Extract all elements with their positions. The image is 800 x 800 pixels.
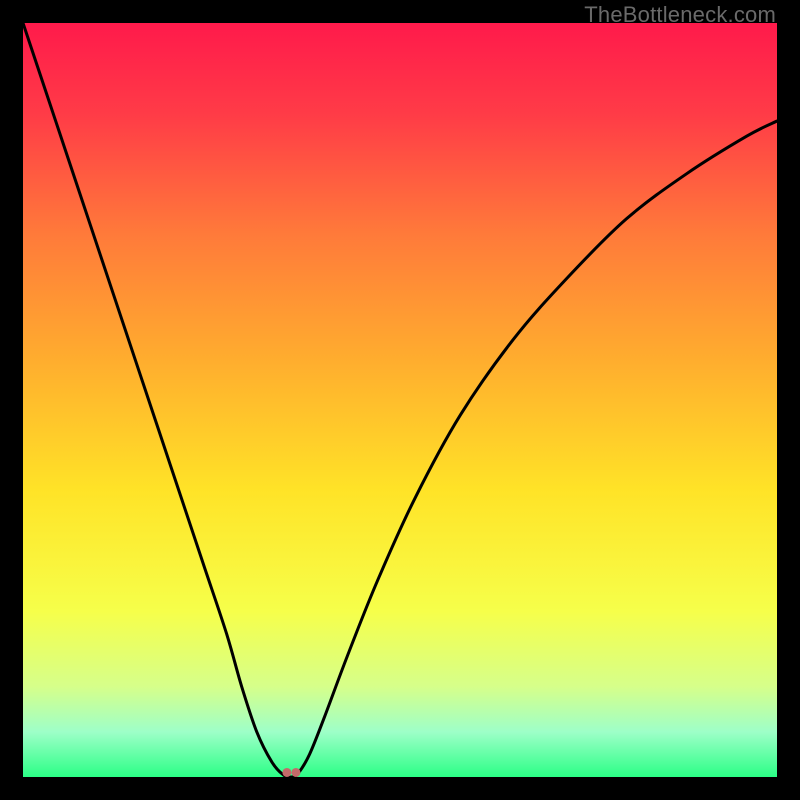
- min-marker-2: [291, 768, 300, 777]
- chart-plot-area: [23, 23, 777, 777]
- chart-svg: [23, 23, 777, 777]
- min-marker-1: [282, 768, 291, 777]
- chart-background: [23, 23, 777, 777]
